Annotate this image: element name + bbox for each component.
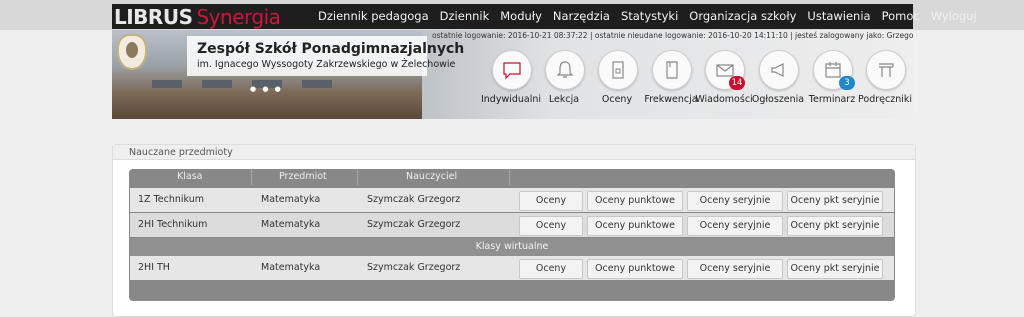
- calendar-count-badge: 3: [839, 76, 855, 90]
- subjects-panel: Nauczane przedmioty Klasa Przedmiot Nauc…: [112, 144, 916, 317]
- cell-przedmiot: Matematyka: [261, 194, 321, 205]
- quick-podreczniki-button[interactable]: [866, 50, 906, 90]
- slider-dots[interactable]: ● ● ●: [250, 85, 283, 93]
- nav-wyloguj[interactable]: Wyloguj: [931, 9, 977, 23]
- header-banner: Zespół Szkół Ponadgimnazjalnych im. Igna…: [112, 30, 913, 119]
- quick-podreczniki-label[interactable]: Podręczniki: [847, 94, 913, 105]
- messages-count-badge: 14: [729, 76, 745, 90]
- grades-icon: [612, 61, 624, 79]
- column-divider: [357, 169, 358, 185]
- cell-nauczyciel: Szymczak Grzegorz: [367, 262, 461, 273]
- table-row: 1Z Technikum Matematyka Szymczak Grzegor…: [130, 188, 894, 212]
- cell-klasa: 2HI TH: [138, 262, 170, 273]
- nav-moduly[interactable]: Moduły: [500, 9, 542, 23]
- cell-klasa: 2HI Technikum: [138, 219, 208, 230]
- oceny-button[interactable]: Oceny: [519, 259, 583, 279]
- col-header-nauczyciel: Nauczyciel: [406, 171, 458, 182]
- cell-nauczyciel: Szymczak Grzegorz: [367, 219, 461, 230]
- oceny-punktowe-button[interactable]: Oceny punktowe: [587, 259, 683, 279]
- attendance-icon: [666, 61, 678, 79]
- cell-klasa: 1Z Technikum: [138, 194, 204, 205]
- virtual-classes-header: Klasy wirtualne: [130, 238, 894, 256]
- nav-ustawienia[interactable]: Ustawienia: [807, 9, 870, 23]
- photo-window: [202, 80, 232, 88]
- librus-logo[interactable]: LIBRUS Synergia: [114, 5, 281, 29]
- panel-title: Nauczane przedmioty: [129, 147, 233, 158]
- logo-sub-text: Synergia: [196, 5, 281, 29]
- top-bar: LIBRUS Synergia Dziennik pedagoga Dziennik…: [0, 0, 1024, 30]
- oceny-button[interactable]: Oceny: [519, 216, 583, 236]
- bell-icon: [556, 61, 574, 78]
- chat-icon: [503, 62, 521, 80]
- login-info: ostatnie logowanie: 2016-10-21 08:37:22 …: [432, 31, 913, 40]
- calendar-icon: [825, 62, 841, 78]
- school-subtitle: im. Ignacego Wyssogoty Zakrzewskiego w Ż…: [197, 59, 456, 70]
- nav-narzedzia[interactable]: Narzędzia: [553, 9, 610, 23]
- nav-organizacja-szkoly[interactable]: Organizacja szkoły: [689, 9, 796, 23]
- cell-przedmiot: Matematyka: [261, 219, 321, 230]
- col-header-klasa: Klasa: [177, 171, 203, 182]
- subjects-table: Klasa Przedmiot Nauczyciel 1Z Technikum …: [129, 169, 895, 301]
- cell-przedmiot: Matematyka: [261, 262, 321, 273]
- nav-statystyki[interactable]: Statystyki: [621, 9, 678, 23]
- col-header-przedmiot: Przedmiot: [279, 171, 327, 182]
- oceny-seryjnie-button[interactable]: Oceny seryjnie: [687, 216, 783, 236]
- oceny-punktowe-button[interactable]: Oceny punktowe: [587, 216, 683, 236]
- photo-window: [302, 80, 332, 88]
- school-crest-icon: [117, 34, 147, 70]
- book-icon: [879, 63, 894, 77]
- photo-window: [152, 80, 182, 88]
- oceny-punktowe-button[interactable]: Oceny punktowe: [587, 191, 683, 211]
- oceny-pkt-seryjnie-button[interactable]: Oceny pkt seryjnie: [787, 216, 883, 236]
- logo-main-text: LIBRUS: [114, 5, 193, 29]
- table-row: 2HI TH Matematyka Szymczak Grzegorz Ocen…: [130, 256, 894, 280]
- quick-lekcja-button[interactable]: [545, 50, 585, 90]
- oceny-seryjnie-button[interactable]: Oceny seryjnie: [687, 191, 783, 211]
- cell-nauczyciel: Szymczak Grzegorz: [367, 194, 461, 205]
- nav-dziennik-pedagoga[interactable]: Dziennik pedagoga: [318, 9, 429, 23]
- nav-dziennik[interactable]: Dziennik: [440, 9, 490, 23]
- quick-ogloszenia-button[interactable]: [759, 50, 799, 90]
- top-menu-bar: LIBRUS Synergia Dziennik pedagoga Dziennik…: [112, 4, 977, 29]
- oceny-button[interactable]: Oceny: [519, 191, 583, 211]
- oceny-seryjnie-button[interactable]: Oceny seryjnie: [687, 259, 783, 279]
- nav-pomoc[interactable]: Pomoc: [882, 9, 920, 23]
- table-row: 2HI Technikum Matematyka Szymczak Grzego…: [130, 213, 894, 237]
- oceny-pkt-seryjnie-button[interactable]: Oceny pkt seryjnie: [787, 191, 883, 211]
- main-nav: Dziennik pedagoga Dziennik Moduły Narzędzia…: [318, 9, 988, 23]
- oceny-pkt-seryjnie-button[interactable]: Oceny pkt seryjnie: [787, 259, 883, 279]
- quick-frekwencja-button[interactable]: [652, 50, 692, 90]
- quick-oceny-button[interactable]: [598, 50, 638, 90]
- column-divider: [509, 169, 510, 185]
- school-name: Zespół Szkół Ponadgimnazjalnych: [197, 41, 465, 57]
- column-divider: [251, 169, 252, 185]
- megaphone-icon: [771, 63, 784, 77]
- panel-header: Nauczane przedmioty: [113, 145, 915, 160]
- quick-indywidualni-button[interactable]: [492, 50, 532, 90]
